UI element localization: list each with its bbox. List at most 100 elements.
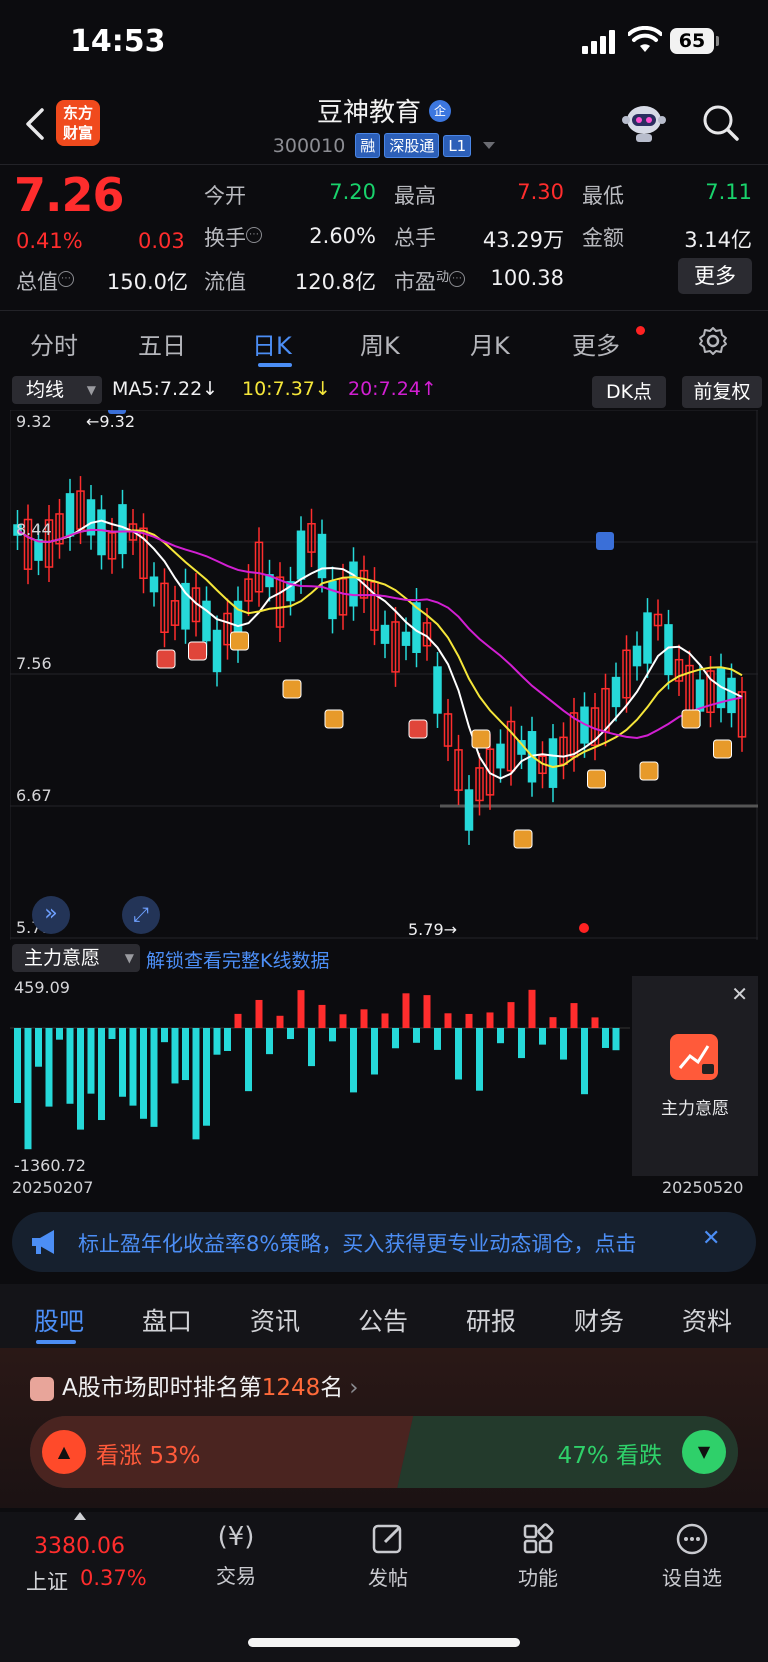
indicator-bar [455, 1028, 462, 1080]
tab-profile[interactable]: 资料 [682, 1302, 732, 1338]
candle-body [97, 509, 106, 556]
indicator-bar [486, 1012, 494, 1028]
bottom-item-functions[interactable]: 功能 [508, 1522, 568, 1591]
close-icon[interactable]: ✕ [702, 1226, 720, 1251]
vote-up-button[interactable]: ▲ [42, 1430, 86, 1474]
float-value: 120.8亿 [294, 270, 376, 294]
max-price-marker: ←9.32 [86, 412, 136, 431]
panel-label: 主力意愿 [661, 1099, 729, 1119]
indicator-bar [224, 1028, 231, 1051]
indicator-bar [591, 1017, 599, 1028]
tab-announcements[interactable]: 公告 [358, 1302, 408, 1338]
indicator-bar [45, 1028, 53, 1107]
tab-monthly-k[interactable]: 月K [470, 326, 510, 361]
info-icon[interactable]: ⋯ [58, 271, 74, 287]
expand-icon[interactable]: ⤢ [122, 896, 160, 934]
mcap-value: 150.0亿 [106, 270, 188, 294]
signal-marker [471, 729, 491, 749]
divider [0, 310, 768, 311]
candle-body [727, 677, 736, 714]
candle-body [149, 576, 159, 593]
rank-chart-icon [30, 1376, 54, 1401]
indicator-bar [507, 1002, 515, 1028]
indicator-bar [266, 1028, 273, 1055]
candle-body [548, 738, 558, 788]
adjust-price-button[interactable]: 前复权 [682, 376, 762, 408]
indicator-bottom: -1360.72 [14, 1156, 86, 1175]
y-axis-top: 9.32 [16, 412, 52, 431]
tab-five-day[interactable]: 五日 [138, 326, 186, 361]
vote-down-button[interactable]: ▼ [682, 1430, 726, 1474]
candle-body [433, 666, 442, 714]
tab-guba[interactable]: 股吧 [34, 1302, 84, 1338]
settings-gear-icon[interactable] [698, 326, 728, 356]
expand-up-icon[interactable] [74, 1512, 86, 1520]
grid-icon [523, 1523, 554, 1554]
signal-marker [156, 649, 176, 669]
candle-body [296, 530, 306, 580]
signal-marker [681, 709, 701, 729]
change-percent: 0.41% [16, 229, 83, 253]
candle-body [328, 580, 337, 620]
tab-intraday[interactable]: 分时 [30, 326, 78, 361]
tab-news[interactable]: 资讯 [250, 1302, 300, 1338]
robot-assistant-icon[interactable] [620, 100, 668, 144]
candle-body [317, 533, 327, 579]
indicator-bar [528, 989, 536, 1028]
candle-body [611, 676, 621, 708]
info-icon[interactable]: ⋯ [449, 271, 466, 287]
main-force-panel[interactable]: ✕ 主力意愿 [632, 976, 758, 1176]
info-icon[interactable]: ⋯ [246, 227, 262, 243]
tab-pankou[interactable]: 盘口 [142, 1302, 192, 1338]
market-rank[interactable]: A股市场即时排名第1248名 › [30, 1368, 358, 1402]
tab-more[interactable]: 更多 [572, 326, 645, 361]
indicator-bar [392, 1028, 399, 1049]
signal-icon [582, 28, 618, 54]
indicator-bar [476, 1028, 483, 1091]
signal-marker [639, 761, 659, 781]
ma-selector[interactable]: 均线 ▼ [12, 376, 102, 404]
indicator-bar [171, 1028, 179, 1084]
scroll-right-icon[interactable]: » [32, 896, 70, 934]
end-date: 20250520 [662, 1178, 744, 1197]
bottom-item-trade[interactable]: (¥) 交易 [206, 1522, 266, 1589]
indicator-bar [539, 1028, 546, 1045]
indicator-bar [360, 1009, 368, 1028]
candle-body [202, 600, 211, 642]
tab-research[interactable]: 研报 [466, 1302, 516, 1338]
indicator-selector[interactable]: 主力意愿 ▼ [12, 944, 140, 972]
indicator-bar [423, 995, 431, 1028]
dk-point-button[interactable]: DK点 [592, 376, 666, 408]
search-icon[interactable] [700, 102, 740, 142]
candlestick-chart[interactable] [10, 410, 758, 940]
index-value[interactable]: 3380.06 [34, 1534, 125, 1559]
moving-average-row: 均线 ▼ MA5:7.22↓ 10:7.37↓ 20:7.24↑ DK点 前复权 [12, 376, 762, 408]
more-button[interactable]: 更多 [678, 258, 752, 294]
indicator-bar [182, 1028, 189, 1081]
indicator-bar [234, 1013, 242, 1028]
start-date: 20250207 [12, 1178, 94, 1197]
candle-body [118, 504, 127, 555]
min-price-marker: 5.79→ [408, 920, 458, 939]
bottom-item-watchlist[interactable]: 设自选 [652, 1522, 732, 1591]
tab-finance[interactable]: 财务 [574, 1302, 624, 1338]
main-force-chart [10, 989, 630, 1150]
promo-banner[interactable]: 标止盈年化收益率8%策略，买入获得更专业动态调仓，点击 ✕ [12, 1212, 756, 1272]
unlock-link[interactable]: 解锁查看完整K线数据 [146, 946, 329, 973]
chart-period-tabs: 分时 五日 日K 周K 月K 更多 [0, 312, 768, 372]
ma10-value: 10:7.37↓ [242, 378, 331, 400]
amount-label: 金额 [582, 226, 624, 250]
indicator-bar [161, 1028, 168, 1043]
candle-body [380, 624, 390, 644]
candle-body [65, 493, 75, 537]
tab-daily-k[interactable]: 日K [252, 326, 292, 361]
indicator-bar [413, 1028, 420, 1043]
amount-value: 3.14亿 [684, 228, 752, 252]
close-icon[interactable]: ✕ [731, 982, 748, 1006]
candle-body [496, 743, 505, 769]
tag-level: L1 [443, 134, 472, 157]
bottom-item-post[interactable]: 发帖 [358, 1522, 418, 1591]
pe-value: 100.38 [490, 266, 564, 290]
tab-weekly-k[interactable]: 周K [360, 326, 400, 361]
y-axis-label: 7.56 [16, 654, 52, 673]
